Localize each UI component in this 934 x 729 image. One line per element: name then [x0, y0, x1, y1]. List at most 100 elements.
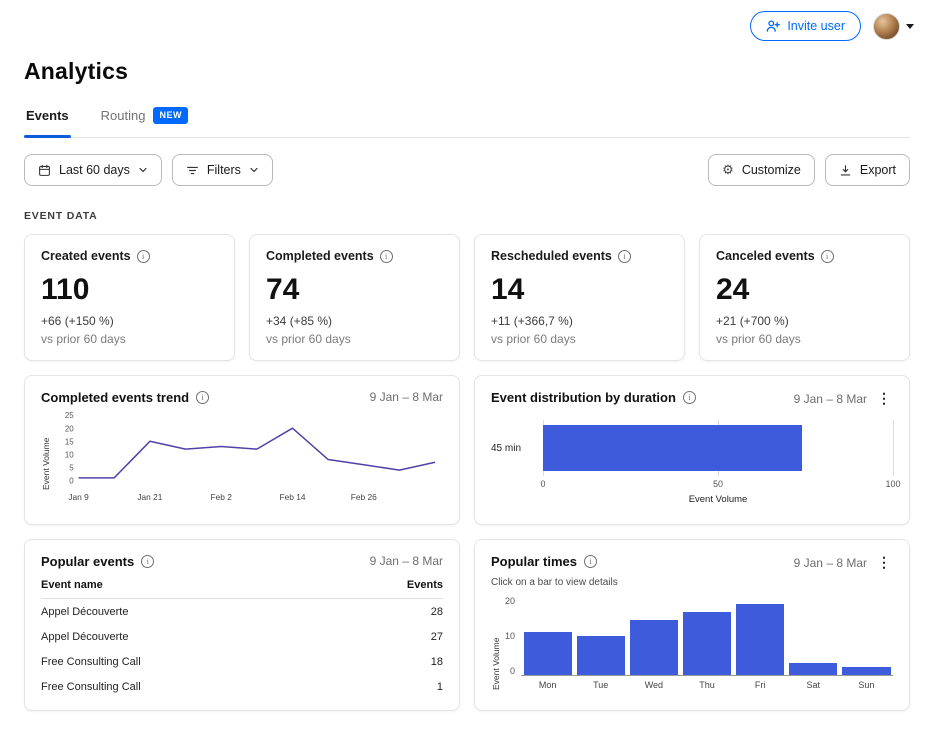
card-title: Popular events [41, 554, 135, 569]
bar[interactable] [629, 619, 678, 675]
popular-times-plot [521, 596, 893, 676]
stat-title: Created events [41, 249, 131, 263]
stat-title: Rescheduled events [491, 249, 612, 263]
popular-times-bar-tue[interactable] [574, 596, 627, 675]
popular-times-bar-fri[interactable] [734, 596, 787, 675]
stat-value: 14 [491, 273, 525, 306]
chevron-down-icon [906, 23, 914, 29]
svg-text:5: 5 [69, 463, 74, 472]
y-axis-label: Event Volume [41, 437, 51, 491]
table-row[interactable]: Free Consulting Call 1 [41, 674, 443, 699]
info-icon[interactable] [136, 249, 150, 263]
bar[interactable] [523, 631, 572, 675]
bar[interactable] [789, 663, 838, 675]
duration-bar[interactable] [543, 425, 802, 471]
table-row[interactable]: Appel Découverte 27 [41, 624, 443, 649]
kebab-menu-icon[interactable] [875, 390, 893, 408]
stat-delta: +21 (+700 %) [716, 314, 789, 328]
bar[interactable] [682, 611, 732, 675]
charts-row: Completed events trend 9 Jan – 8 Mar Eve… [24, 375, 910, 525]
x-axis-ticks: Mon Tue Wed Thu Fri Sat Sun [521, 680, 893, 690]
tab-events[interactable]: Events [24, 101, 71, 138]
invite-user-icon [766, 19, 781, 33]
table-row[interactable]: Appel Découverte 28 [41, 599, 443, 624]
duration-chart-area: 45 min 0 50 100 Event Volume [491, 420, 901, 505]
info-icon[interactable] [682, 391, 696, 404]
tab-bar: Events Routing NEW [24, 101, 910, 138]
svg-text:25: 25 [65, 411, 74, 420]
info-icon[interactable] [583, 555, 597, 568]
info-icon[interactable] [617, 249, 631, 263]
analytics-page: Invite user Analytics Events Routing NEW [0, 0, 934, 711]
stat-caption: vs prior 60 days [716, 332, 801, 346]
chevron-down-icon [249, 165, 259, 175]
stat-title: Canceled events [716, 249, 815, 263]
y-tick-label: 10 [505, 631, 516, 641]
svg-text:10: 10 [65, 450, 74, 459]
date-range-text: 9 Jan – 8 Mar [369, 390, 443, 404]
gear-icon [722, 163, 734, 177]
x-tick-label: 100 [885, 479, 901, 489]
popular-times-bar-sun[interactable] [840, 596, 893, 675]
popular-times-chart-area: Event Volume 20 10 0 Mon Tue Wed Thu Fri Sat Sun [491, 596, 893, 690]
filters-dropdown[interactable]: Filters [171, 154, 273, 186]
bar[interactable] [576, 635, 625, 675]
toolbar-left: Last 60 days Filters [24, 154, 273, 186]
date-range-dropdown[interactable]: Last 60 days [24, 154, 162, 186]
event-count-cell: 27 [430, 630, 443, 643]
popular-times-bar-wed[interactable] [627, 596, 680, 675]
info-icon[interactable] [379, 249, 393, 263]
popular-times-bar-thu[interactable] [680, 596, 733, 675]
svg-text:Feb 14: Feb 14 [279, 492, 305, 502]
bar[interactable] [736, 603, 785, 675]
completed-events-trend-chart: 0 5 10 15 20 25 Jan 9 Jan 21 Feb 2 Feb 14 Feb 26 [65, 411, 436, 502]
popular-times-bar-mon[interactable] [521, 596, 574, 675]
stat-title: Completed events [266, 249, 374, 263]
x-tick-label: Sun [858, 680, 875, 690]
export-button[interactable]: Export [824, 154, 910, 186]
popular-times-bar-sat[interactable] [787, 596, 840, 675]
info-icon[interactable] [196, 391, 210, 404]
info-icon[interactable] [141, 555, 155, 568]
stat-card-created-events: Created events 110 +66 (+150 %) vs prior… [24, 234, 235, 361]
avatar[interactable] [873, 12, 900, 40]
x-tick-label: Fri [754, 680, 766, 690]
x-tick-label: 0 [540, 479, 546, 489]
chart-hint-text: Click on a bar to view details [491, 577, 618, 588]
event-name-cell: Free Consulting Call [41, 680, 141, 693]
info-icon[interactable] [820, 249, 834, 263]
popular-events-card: Popular events 9 Jan – 8 Mar Event name … [24, 539, 460, 711]
bottom-row: Popular events 9 Jan – 8 Mar Event name … [24, 539, 910, 711]
customize-button[interactable]: Customize [708, 154, 815, 186]
svg-text:0: 0 [69, 476, 74, 485]
customize-label: Customize [741, 163, 801, 177]
bar[interactable] [842, 667, 891, 675]
card-title: Popular times [491, 554, 577, 569]
svg-text:Feb 26: Feb 26 [351, 492, 377, 502]
date-range-text: 9 Jan – 8 Mar [369, 554, 443, 568]
account-menu[interactable] [873, 12, 914, 40]
completed-events-trend-card: Completed events trend 9 Jan – 8 Mar Eve… [24, 375, 460, 525]
x-tick-label: Wed [644, 680, 664, 690]
x-tick-label: Mon [538, 680, 557, 690]
invite-user-label: Invite user [787, 19, 845, 33]
table-row[interactable]: Free Consulting Call 18 [41, 649, 443, 674]
svg-text:Feb 2: Feb 2 [211, 492, 233, 502]
x-tick-label: Tue [593, 680, 609, 690]
x-tick-label: Thu [699, 680, 715, 690]
y-axis-label: Event Volume [491, 637, 501, 690]
toolbar: Last 60 days Filters ⚙ Customize Export [24, 154, 910, 186]
tab-routing[interactable]: Routing NEW [99, 101, 190, 137]
calendar-icon [38, 164, 51, 177]
x-axis-label: Event Volume [688, 494, 748, 505]
column-header-events: Events [406, 579, 443, 591]
line-chart-area: Event Volume 0 5 10 15 20 25 Jan 9 Jan 21 Feb 2 F… [41, 409, 443, 505]
main-content: Analytics Events Routing NEW Last 60 day… [0, 58, 934, 711]
kebab-menu-icon[interactable] [875, 554, 893, 572]
stat-value: 110 [41, 273, 90, 306]
stat-card-rescheduled-events: Rescheduled events 14 +11 (+366,7 %) vs … [474, 234, 685, 361]
popular-events-table: Event name Events Appel Découverte 28 Ap… [41, 579, 443, 699]
svg-text:Jan 21: Jan 21 [137, 492, 162, 502]
date-range-text: 9 Jan – 8 Mar [793, 392, 867, 406]
invite-user-button[interactable]: Invite user [750, 11, 861, 41]
